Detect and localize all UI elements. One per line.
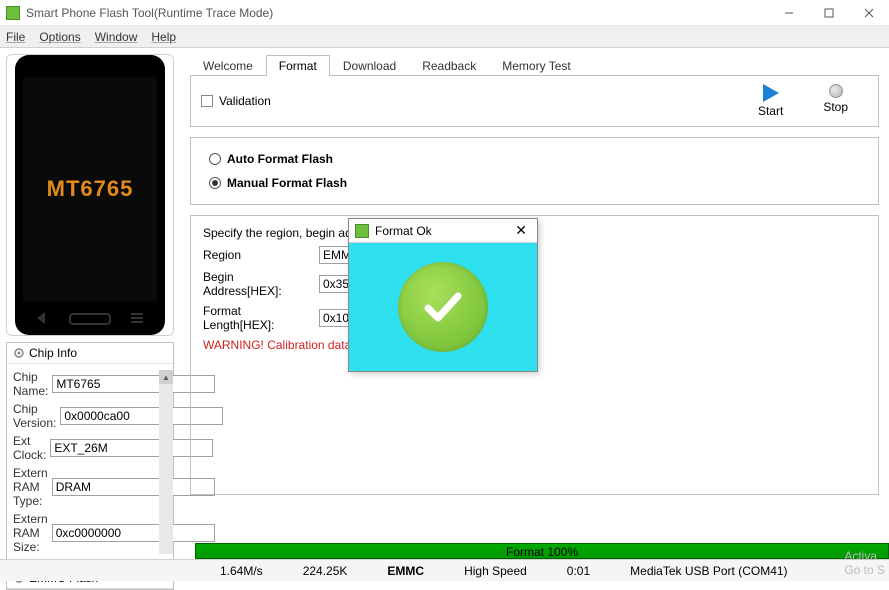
phone-screen: MT6765	[23, 77, 157, 301]
phone-menu-icon	[131, 313, 143, 323]
validation-checkbox[interactable]	[201, 95, 213, 107]
progress-text: Format 100%	[506, 545, 578, 559]
format-length-label: Format Length[HEX]:	[203, 304, 313, 332]
menu-help[interactable]: Help	[151, 30, 176, 44]
tab-format[interactable]: Format	[266, 55, 330, 76]
tab-memory-test[interactable]: Memory Test	[489, 55, 583, 76]
start-label: Start	[758, 104, 783, 118]
chipset-label: MT6765	[47, 176, 134, 202]
validation-label: Validation	[219, 94, 271, 108]
ext-clock-label: Ext Clock:	[13, 434, 46, 462]
format-ok-dialog: Format Ok ✕	[348, 218, 538, 372]
statusbar: 1.64M/s 224.25K EMMC High Speed 0:01 Med…	[0, 559, 889, 581]
phone-outline: BM MT6765	[15, 55, 165, 335]
menubar: File Options Window Help	[0, 26, 889, 48]
window-controls	[769, 0, 889, 26]
status-port: MediaTek USB Port (COM41)	[610, 564, 807, 578]
dialog-title: Format Ok	[375, 224, 511, 238]
status-storage: EMMC	[367, 564, 444, 578]
ext-ram-size-label: Extern RAM Size:	[13, 512, 48, 554]
manual-format-label: Manual Format Flash	[227, 176, 347, 190]
stop-button[interactable]: Stop	[823, 84, 848, 118]
chip-info-scrollbar[interactable]: ▲	[159, 370, 173, 554]
toolbar: Validation Start Stop	[190, 76, 879, 127]
status-usb: High Speed	[444, 564, 547, 578]
status-size: 224.25K	[283, 564, 368, 578]
dialog-body	[349, 243, 537, 371]
stop-icon	[829, 84, 843, 98]
minimize-button[interactable]	[769, 0, 809, 26]
phone-back-icon	[37, 312, 45, 324]
dialog-close-button[interactable]: ✕	[511, 222, 531, 239]
tab-download[interactable]: Download	[330, 55, 409, 76]
success-checkmark-icon	[398, 262, 488, 352]
close-button[interactable]	[849, 0, 889, 26]
tab-readback[interactable]: Readback	[409, 55, 489, 76]
ext-ram-type-label: Extern RAM Type:	[13, 466, 48, 508]
status-time: 0:01	[547, 564, 610, 578]
chip-info-title: Chip Info	[7, 343, 173, 364]
play-icon	[763, 84, 779, 102]
begin-address-label: Begin Address[HEX]:	[203, 270, 313, 298]
scroll-up-icon[interactable]: ▲	[159, 370, 173, 384]
app-icon	[6, 6, 20, 20]
window-title: Smart Phone Flash Tool(Runtime Trace Mod…	[26, 6, 769, 20]
menu-window[interactable]: Window	[95, 30, 138, 44]
titlebar: Smart Phone Flash Tool(Runtime Trace Mod…	[0, 0, 889, 26]
dialog-titlebar: Format Ok ✕	[349, 219, 537, 243]
auto-format-label: Auto Format Flash	[227, 152, 333, 166]
dialog-app-icon	[355, 224, 369, 238]
chip-name-label: Chip Name:	[13, 370, 48, 398]
phone-home-button	[69, 313, 111, 325]
maximize-button[interactable]	[809, 0, 849, 26]
chip-info-title-text: Chip Info	[29, 346, 77, 360]
menu-file[interactable]: File	[6, 30, 25, 44]
left-column: BM MT6765 Chip Info Chip Name: Chip Vers…	[0, 48, 180, 559]
manual-format-option[interactable]: Manual Format Flash	[209, 176, 860, 190]
status-speed: 1.64M/s	[200, 564, 283, 578]
tab-welcome[interactable]: Welcome	[190, 55, 266, 76]
chip-version-label: Chip Version:	[13, 402, 56, 430]
phone-preview: BM MT6765	[6, 54, 174, 336]
tabs: Welcome Format Download Readback Memory …	[190, 54, 879, 76]
gear-icon	[13, 347, 25, 359]
region-label: Region	[203, 248, 313, 262]
stop-label: Stop	[823, 100, 848, 114]
chip-info-body: Chip Name: Chip Version: Ext Clock: Exte…	[7, 364, 173, 560]
progress-bar: Format 100%	[195, 543, 889, 559]
radio-checked-icon	[209, 177, 221, 189]
format-options: Auto Format Flash Manual Format Flash	[190, 137, 879, 205]
chip-info-group: Chip Info Chip Name: Chip Version: Ext C…	[6, 342, 174, 561]
radio-icon	[209, 153, 221, 165]
auto-format-option[interactable]: Auto Format Flash	[209, 152, 860, 166]
menu-options[interactable]: Options	[39, 30, 80, 44]
start-button[interactable]: Start	[758, 84, 783, 118]
